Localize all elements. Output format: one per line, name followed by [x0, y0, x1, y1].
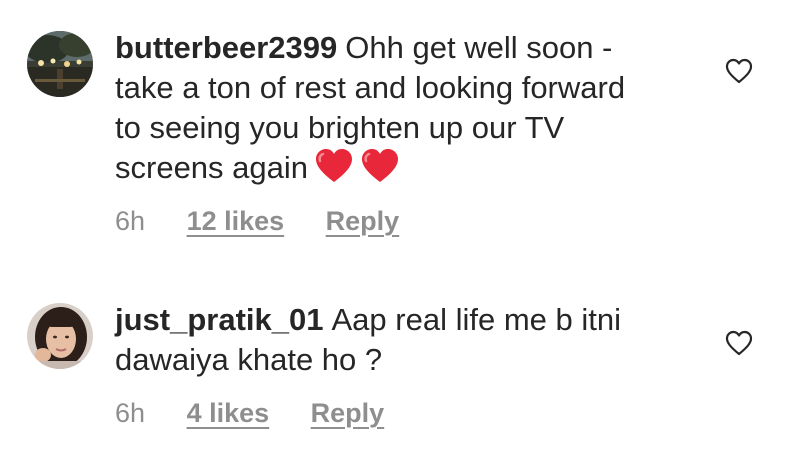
comment-username[interactable]: just_pratik_01 — [115, 302, 324, 337]
comment-likes-link[interactable]: 4 likes — [187, 398, 270, 429]
comment-likes-link[interactable]: 12 likes — [187, 206, 285, 237]
avatar[interactable] — [27, 303, 93, 369]
comment-username[interactable]: butterbeer2399 — [115, 30, 337, 65]
reply-button[interactable]: Reply — [311, 398, 385, 429]
comment-time: 6h — [115, 206, 146, 236]
woman-portrait-avatar-image — [27, 303, 93, 369]
like-button[interactable] — [724, 328, 754, 358]
like-button[interactable] — [724, 56, 754, 86]
comment-meta: 6h 12 likes Reply — [115, 206, 399, 237]
reply-button[interactable]: Reply — [326, 206, 400, 237]
avatar[interactable] — [27, 31, 93, 97]
heart-outline-icon — [725, 58, 753, 84]
comment-time: 6h — [115, 398, 146, 428]
night-garden-lights-avatar-image — [27, 31, 93, 97]
red-heart-icon — [362, 149, 399, 182]
red-heart-icon — [316, 149, 353, 182]
comment-body: butterbeer2399 Ohh get well soon - take a… — [115, 28, 635, 188]
comment-meta: 6h 4 likes Reply — [115, 398, 384, 429]
comment-body: just_pratik_01 Aap real life me b itni da… — [115, 300, 635, 380]
heart-outline-icon — [725, 330, 753, 356]
